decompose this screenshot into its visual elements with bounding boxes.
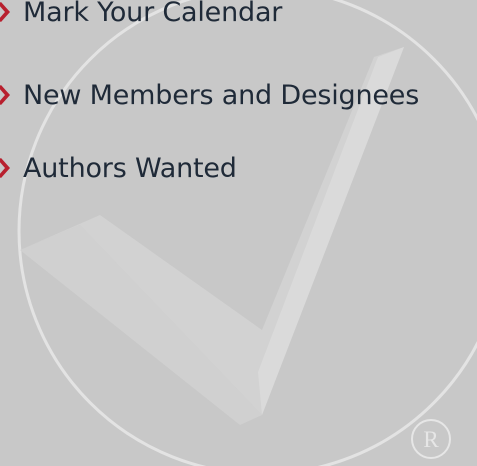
menu-item-new-members-and-designees[interactable]: New Members and Designees	[0, 75, 419, 115]
registered-symbol-letter: R	[423, 427, 439, 452]
link-menu: Mark Your Calendar New Members and Desig…	[0, 0, 477, 466]
red-chevron-right-icon	[0, 158, 10, 178]
menu-item-authors-wanted[interactable]: Authors Wanted	[0, 148, 237, 188]
red-chevron-right-icon	[0, 2, 10, 22]
menu-item-mark-your-calendar[interactable]: Mark Your Calendar	[0, 0, 282, 32]
registered-trademark-icon: R	[411, 419, 451, 459]
menu-item-label: New Members and Designees	[23, 79, 420, 111]
red-chevron-right-icon	[0, 85, 10, 105]
menu-item-label: Mark Your Calendar	[23, 0, 283, 28]
menu-item-label: Authors Wanted	[23, 152, 237, 184]
